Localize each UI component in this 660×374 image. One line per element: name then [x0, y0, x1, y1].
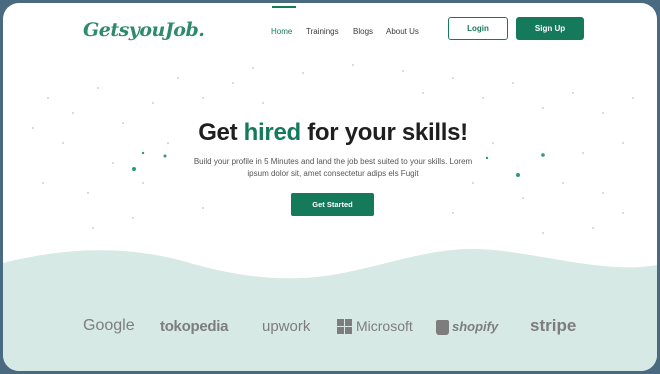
google-logo: Google — [83, 315, 135, 337]
nav-trainings[interactable]: Trainings — [306, 27, 339, 36]
upwork-logo: upwork — [262, 315, 310, 337]
microsoft-grid-icon — [337, 318, 352, 334]
hero-subtitle: Build your profile in 5 Minutes and land… — [193, 157, 473, 178]
nav-about-us[interactable]: About Us — [386, 27, 419, 36]
tokopedia-logo-text: tokopedia — [160, 317, 229, 335]
get-started-button[interactable]: Get Started — [291, 193, 374, 216]
tokopedia-logo: tokopedia — [160, 315, 228, 337]
microsoft-logo-text: Microsoft — [356, 318, 413, 334]
shopping-bag-icon — [436, 319, 449, 335]
brand-logo[interactable]: GetsyouJob. — [83, 19, 205, 41]
hero-title-pre: Get — [198, 119, 244, 146]
nav-blogs[interactable]: Blogs — [353, 27, 373, 36]
hero-title-highlight: hired — [243, 119, 301, 146]
stripe-logo-text: stripe — [530, 316, 577, 335]
shopify-logo: shopify — [436, 315, 498, 337]
active-nav-indicator — [272, 6, 296, 8]
stripe-logo: stripe — [530, 315, 576, 337]
wave-background — [3, 249, 657, 371]
microsoft-logo: Microsoft — [337, 315, 413, 337]
upwork-logo-text: upwork — [262, 317, 311, 335]
signup-button[interactable]: Sign Up — [516, 17, 584, 40]
hero-title: Get hired for your skills! — [3, 119, 657, 147]
landing-page: GetsyouJob. Home Trainings Blogs About U… — [3, 3, 657, 371]
nav-home[interactable]: Home — [271, 27, 292, 36]
login-button[interactable]: Login — [448, 17, 508, 40]
shopify-logo-text: shopify — [452, 318, 499, 334]
hero-title-post: for your skills! — [300, 119, 468, 146]
google-logo-text: Google — [83, 317, 135, 334]
